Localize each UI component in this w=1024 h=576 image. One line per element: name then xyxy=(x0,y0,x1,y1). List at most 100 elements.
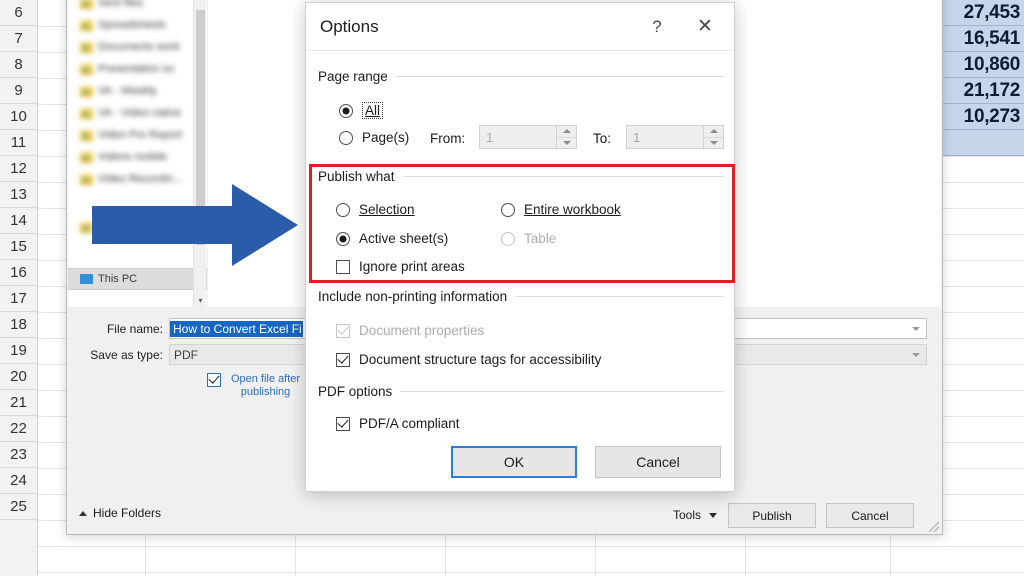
row-header[interactable]: 23 xyxy=(0,442,37,468)
spreadsheet-cell[interactable]: 16,541 xyxy=(929,26,1024,52)
nav-item-label: Videos mobile xyxy=(98,151,167,163)
to-spinner-arrows[interactable] xyxy=(703,126,723,148)
nav-item[interactable]: Documents work xyxy=(68,36,207,58)
nav-item[interactable]: This PC xyxy=(68,268,207,290)
publish-what-group: Publish what xyxy=(318,169,724,184)
close-icon[interactable]: ✕ xyxy=(682,3,728,50)
scroll-down-icon[interactable]: ▾ xyxy=(194,293,207,307)
row-header[interactable]: 6 xyxy=(0,0,37,26)
from-label: From: xyxy=(430,131,466,146)
page-range-group: Page range xyxy=(318,69,724,84)
publish-button[interactable]: Publish xyxy=(728,503,816,528)
chevron-up-icon xyxy=(79,510,87,516)
include-non-printing-title: Include non-printing information xyxy=(318,289,724,304)
spinner-down-icon[interactable] xyxy=(704,138,723,149)
from-value[interactable]: 1 xyxy=(480,126,556,148)
row-header[interactable]: 7 xyxy=(0,26,37,52)
open-file-after-publishing-row[interactable]: Open file after publishing xyxy=(207,373,302,399)
row-header[interactable]: 9 xyxy=(0,78,37,104)
checkbox-pdfa-row[interactable]: PDF/A compliant xyxy=(336,416,460,431)
radio-all[interactable] xyxy=(339,103,353,118)
row-header[interactable]: 22 xyxy=(0,416,37,442)
row-header[interactable]: 15 xyxy=(0,234,37,260)
pdfa-compliant-label: PDF/A compliant xyxy=(359,416,460,431)
chevron-down-icon[interactable] xyxy=(709,512,717,518)
radio-selection[interactable] xyxy=(336,202,350,217)
row-header[interactable]: 18 xyxy=(0,312,37,338)
radio-table-row: Table xyxy=(501,231,556,246)
row-header[interactable]: 17 xyxy=(0,286,37,312)
radio-all-label: All xyxy=(362,102,384,119)
ok-button[interactable]: OK xyxy=(451,446,577,478)
row-header[interactable]: 12 xyxy=(0,156,37,182)
row-header[interactable]: 21 xyxy=(0,390,37,416)
nav-item[interactable]: VA - Video native xyxy=(68,102,207,124)
radio-active-sheets-row[interactable]: Active sheet(s) xyxy=(336,231,448,246)
spinner-up-icon[interactable] xyxy=(704,126,723,138)
radio-entire-workbook[interactable] xyxy=(501,202,515,217)
row-header[interactable]: 19 xyxy=(0,338,37,364)
folder-icon xyxy=(80,85,93,97)
nav-item[interactable]: Presentation ex xyxy=(68,58,207,80)
cancel-button[interactable]: Cancel xyxy=(595,446,721,478)
pdf-options-group: PDF options xyxy=(318,384,724,399)
to-spinner[interactable]: 1 xyxy=(626,125,724,149)
folder-icon xyxy=(80,129,93,141)
row-header[interactable]: 16 xyxy=(0,260,37,286)
blue-arrow-annotation xyxy=(92,184,298,266)
nav-item-label: Spreadsheets xyxy=(98,19,166,31)
nav-item[interactable]: VA - Weekly xyxy=(68,80,207,102)
spinner-up-icon[interactable] xyxy=(557,126,576,138)
folder-icon xyxy=(80,151,93,163)
spreadsheet-cell[interactable]: 10,273 xyxy=(929,104,1024,130)
nav-item-label: Presentation ex xyxy=(98,63,175,75)
spreadsheet-cell[interactable] xyxy=(929,130,1024,156)
row-header[interactable]: 13 xyxy=(0,182,37,208)
row-header[interactable]: 10 xyxy=(0,104,37,130)
radio-table xyxy=(501,231,515,246)
spreadsheet-cell[interactable]: 27,453 xyxy=(929,0,1024,26)
from-spinner[interactable]: 1 xyxy=(479,125,577,149)
checkbox-ignore-print-areas-row[interactable]: Ignore print areas xyxy=(336,259,465,274)
nav-item[interactable]: Spreadsheets xyxy=(68,14,207,36)
row-header[interactable]: 20 xyxy=(0,364,37,390)
structure-tags-checkbox[interactable] xyxy=(336,352,350,367)
radio-active-sheets[interactable] xyxy=(336,231,350,246)
hide-folders-button[interactable]: Hide Folders xyxy=(79,506,161,520)
row-header-column[interactable]: 6 7 8 9 10 11 12 13 14 15 16 17 18 19 20 21 22 23 24 25 xyxy=(0,0,38,576)
save-as-type-label: Save as type: xyxy=(90,347,163,362)
row-header[interactable]: 25 xyxy=(0,494,37,520)
chevron-down-icon[interactable] xyxy=(912,326,920,331)
spreadsheet-cell[interactable]: 21,172 xyxy=(929,78,1024,104)
chevron-down-icon[interactable] xyxy=(912,352,920,357)
nav-item-label: VA - Video native xyxy=(98,107,182,119)
row-header[interactable]: 24 xyxy=(0,468,37,494)
from-spinner-arrows[interactable] xyxy=(556,126,576,148)
radio-entire-workbook-row[interactable]: Entire workbook xyxy=(501,202,621,217)
spreadsheet-cell[interactable]: 10,860 xyxy=(929,52,1024,78)
nav-item[interactable]: Sent files xyxy=(68,0,207,14)
include-non-printing-group: Include non-printing information xyxy=(318,289,724,304)
folder-icon xyxy=(80,41,93,53)
radio-selection-row[interactable]: Selection xyxy=(336,202,415,217)
pdfa-compliant-checkbox[interactable] xyxy=(336,416,350,431)
page-range-title: Page range xyxy=(318,69,724,84)
cancel-button[interactable]: Cancel xyxy=(826,503,914,528)
open-file-after-publishing-checkbox[interactable] xyxy=(207,373,221,387)
checkbox-structure-tags-row[interactable]: Document structure tags for accessibilit… xyxy=(336,352,601,367)
to-value[interactable]: 1 xyxy=(627,126,703,148)
help-icon[interactable]: ? xyxy=(634,3,680,50)
radio-pages[interactable] xyxy=(339,130,353,145)
nav-item-label: This PC xyxy=(98,273,138,285)
row-header[interactable]: 8 xyxy=(0,52,37,78)
tools-button[interactable]: Tools xyxy=(673,508,717,522)
radio-all-row[interactable]: All xyxy=(339,102,384,119)
row-header[interactable]: 11 xyxy=(0,130,37,156)
resize-grip-icon[interactable] xyxy=(929,522,939,532)
spinner-down-icon[interactable] xyxy=(557,138,576,149)
radio-pages-row[interactable]: Page(s) xyxy=(339,130,409,145)
nav-item[interactable]: Videos mobile xyxy=(68,146,207,168)
ignore-print-areas-checkbox[interactable] xyxy=(336,259,350,274)
row-header[interactable]: 14 xyxy=(0,208,37,234)
nav-item[interactable]: Video Pro Report xyxy=(68,124,207,146)
